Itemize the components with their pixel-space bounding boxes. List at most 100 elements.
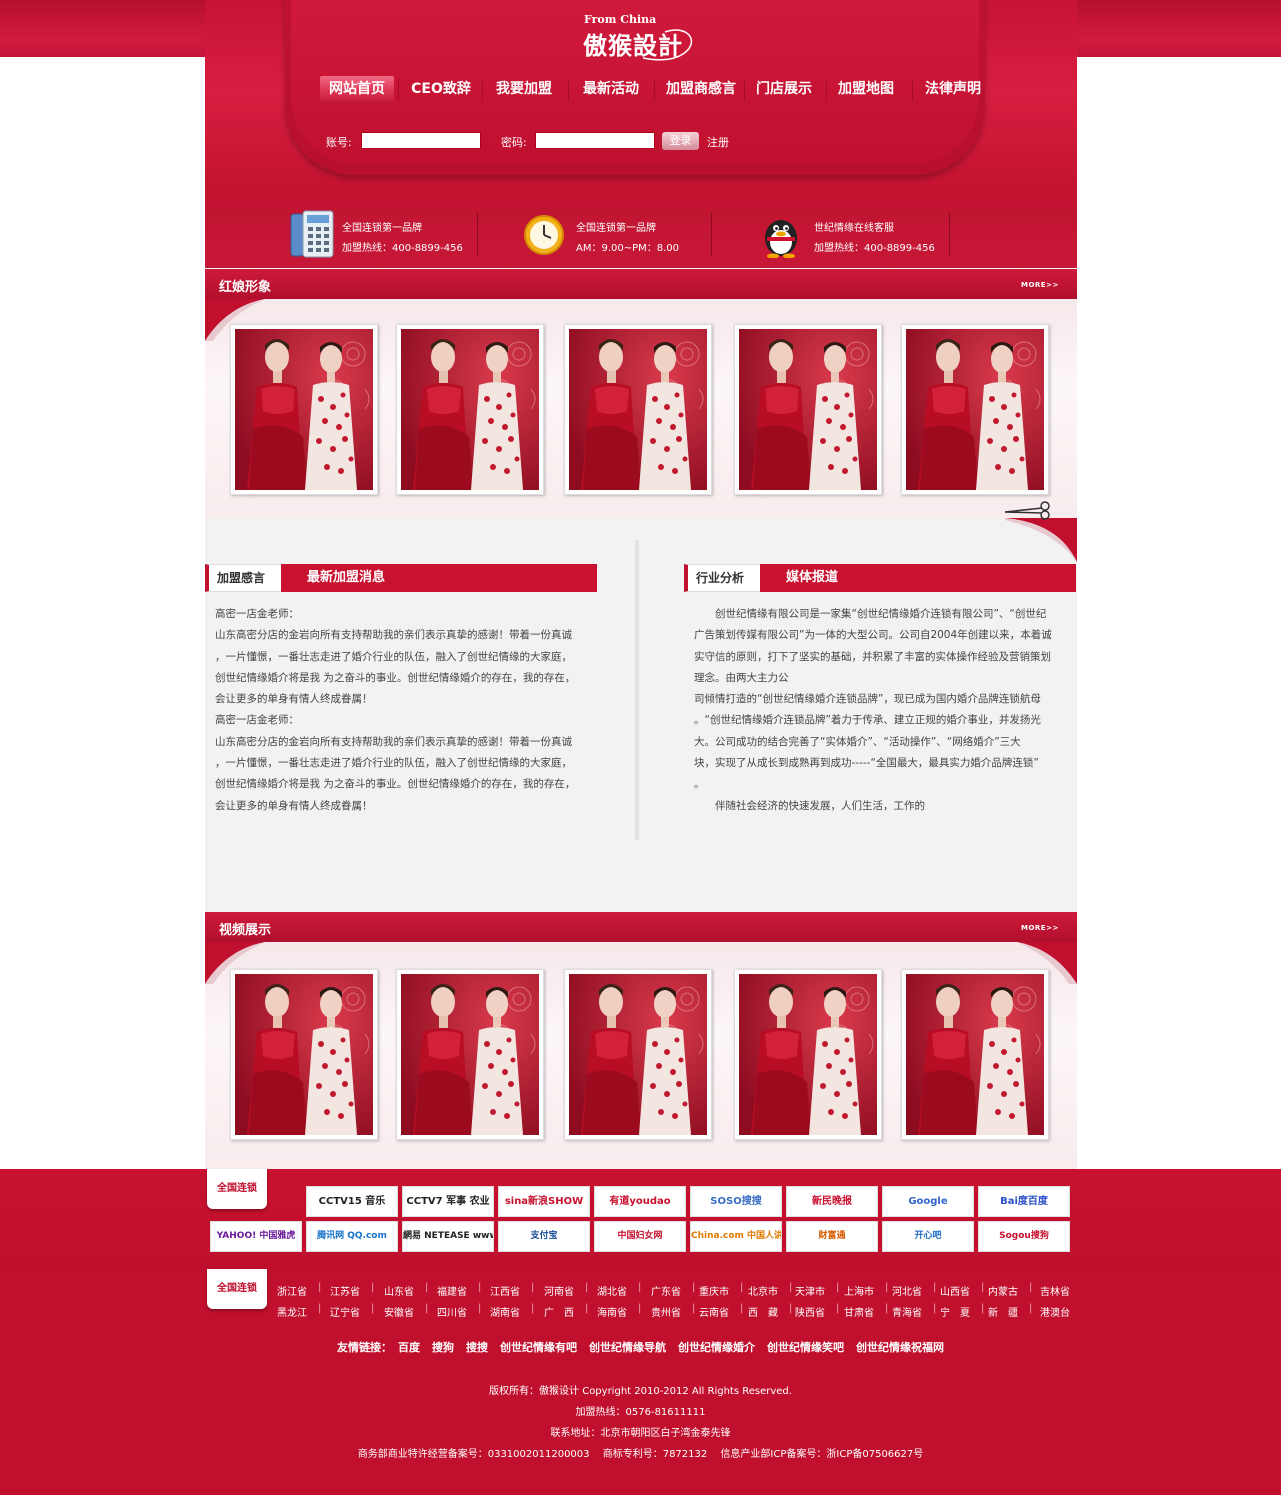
- province-link[interactable]: 贵州省: [651, 1304, 681, 1319]
- province-link[interactable]: 海南省: [597, 1304, 627, 1319]
- gallery-photo[interactable]: [396, 969, 544, 1140]
- province-link[interactable]: 陕西省: [795, 1304, 825, 1319]
- friend-link[interactable]: 创世纪情缘导航: [589, 1341, 666, 1354]
- province-link[interactable]: 湖北省: [597, 1283, 627, 1298]
- province-link[interactable]: 港澳台: [1040, 1304, 1070, 1319]
- gallery-photo[interactable]: [901, 969, 1049, 1140]
- partner-logo[interactable]: CCTV15 音乐: [306, 1186, 398, 1217]
- province-link[interactable]: 河北省: [892, 1283, 922, 1298]
- friend-link[interactable]: 创世纪情缘婚介: [678, 1341, 755, 1354]
- gallery-photo[interactable]: [396, 324, 544, 495]
- partner-logo[interactable]: Google: [882, 1186, 974, 1217]
- province-link[interactable]: 四川省: [437, 1304, 467, 1319]
- partner-logo[interactable]: 开心吧: [882, 1221, 974, 1252]
- tab-media-reports[interactable]: 媒体报道: [760, 564, 1076, 592]
- partner-logo[interactable]: Bai度百度: [978, 1186, 1070, 1217]
- province-link[interactable]: 辽宁省: [330, 1304, 360, 1319]
- logo[interactable]: From China 傲猴設計: [583, 10, 703, 61]
- partner-logo[interactable]: 支付宝: [498, 1221, 590, 1252]
- more-link[interactable]: MORE>>: [1021, 281, 1059, 289]
- partner-logo[interactable]: Sogou搜狗: [978, 1221, 1070, 1252]
- province-link[interactable]: 吉林省: [1040, 1283, 1070, 1298]
- province-link[interactable]: 上海市: [844, 1283, 874, 1298]
- partner-name: Bai度百度: [1000, 1196, 1048, 1207]
- nav-item[interactable]: 加盟商感言: [662, 76, 740, 102]
- partner-logo[interactable]: 網易 NETEASE www.163.com: [402, 1221, 494, 1252]
- partner-name: China.com 中国人讲了中器: [691, 1231, 781, 1241]
- nav-item[interactable]: 我要加盟: [490, 76, 558, 102]
- register-link[interactable]: 注册: [707, 134, 729, 150]
- partner-logo[interactable]: 新民晚报: [786, 1186, 878, 1217]
- hotline: 加盟热线：0576-81611111: [575, 1407, 706, 1418]
- province-link[interactable]: 甘肃省: [844, 1304, 874, 1319]
- gallery-photo[interactable]: [734, 969, 882, 1140]
- province-link[interactable]: 青海省: [892, 1304, 922, 1319]
- province-link[interactable]: 河南省: [544, 1283, 574, 1298]
- partner-name: SOSO搜搜: [710, 1196, 762, 1207]
- password-input[interactable]: [535, 132, 655, 149]
- nav-item[interactable]: 加盟地图: [834, 76, 898, 102]
- province-link[interactable]: 广 西: [544, 1304, 574, 1319]
- province-link[interactable]: 西 藏: [748, 1304, 778, 1319]
- region-tag: 全国连锁: [207, 1269, 267, 1309]
- gallery-photo[interactable]: [230, 324, 378, 495]
- gallery-photo[interactable]: [564, 324, 712, 495]
- province-link[interactable]: 黑龙江: [277, 1304, 307, 1319]
- gallery-photo[interactable]: [901, 324, 1049, 495]
- province-link[interactable]: 福建省: [437, 1283, 467, 1298]
- partner-logo[interactable]: China.com 中国人讲了中器: [690, 1221, 782, 1252]
- partner-logo[interactable]: 腾讯网 QQ.com: [306, 1221, 398, 1252]
- province-link[interactable]: 安徽省: [384, 1304, 414, 1319]
- friend-link[interactable]: 搜搜: [466, 1341, 488, 1354]
- login-button[interactable]: 登录: [662, 132, 699, 150]
- province-link[interactable]: 浙江省: [277, 1283, 307, 1298]
- friend-link[interactable]: 百度: [398, 1341, 420, 1354]
- partner-logo[interactable]: 有道youdao: [594, 1186, 686, 1217]
- friend-link[interactable]: 创世纪情缘笑吧: [767, 1341, 844, 1354]
- province-link[interactable]: 广东省: [651, 1283, 681, 1298]
- province-link[interactable]: 北京市: [748, 1283, 778, 1298]
- partner-logo[interactable]: SOSO搜搜: [690, 1186, 782, 1217]
- partner-logo[interactable]: YAHOO! 中国雅虎: [210, 1221, 302, 1252]
- partner-logo[interactable]: 财富通: [786, 1221, 878, 1252]
- text-line: 高密一店金老师：: [215, 608, 299, 620]
- province-link[interactable]: 天津市: [795, 1283, 825, 1298]
- province-link[interactable]: 云南省: [699, 1304, 729, 1319]
- nav-item[interactable]: 网站首页: [320, 76, 394, 102]
- text-line: 创世纪情缘婚介将是我 为之奋斗的事业。创世纪情缘婚介的存在，我的存在，: [215, 778, 576, 791]
- province-divider: |: [692, 1282, 696, 1293]
- partner-logo[interactable]: CCTV7 军事 农业: [402, 1186, 494, 1217]
- account-input[interactable]: [361, 132, 481, 149]
- friend-link[interactable]: 搜狗: [432, 1341, 454, 1354]
- more-link[interactable]: MORE>>: [1021, 924, 1059, 932]
- province-link[interactable]: 江西省: [490, 1283, 520, 1298]
- province-link[interactable]: 宁 夏: [940, 1304, 970, 1319]
- nav-item[interactable]: CEO致辞: [406, 76, 476, 102]
- province-link[interactable]: 山东省: [384, 1283, 414, 1298]
- province-divider: |: [425, 1282, 429, 1293]
- section-title: 视频展示: [219, 923, 272, 938]
- partner-name: sina新浪SHOW: [504, 1196, 584, 1207]
- gallery-photo[interactable]: [230, 969, 378, 1140]
- friend-link[interactable]: 创世纪情缘祝福网: [856, 1341, 944, 1354]
- partner-logo[interactable]: sina新浪SHOW: [498, 1186, 590, 1217]
- province-link[interactable]: 重庆市: [699, 1283, 729, 1298]
- nav-item[interactable]: 最新活动: [576, 76, 646, 102]
- partner-name: 新民晚报: [812, 1196, 852, 1207]
- contact-service[interactable]: 世纪情缘在线客服 加盟热线：400-8899-456: [761, 200, 961, 268]
- province-link[interactable]: 湖南省: [490, 1304, 520, 1319]
- province-divider: |: [318, 1282, 322, 1293]
- tab-latest-join-news[interactable]: 最新加盟消息: [281, 564, 597, 592]
- nav-item[interactable]: 法律声明: [920, 76, 986, 102]
- province-link[interactable]: 新 疆: [988, 1304, 1018, 1319]
- friend-link[interactable]: 创世纪情缘有吧: [500, 1341, 577, 1354]
- gallery-photo[interactable]: [564, 969, 712, 1140]
- tab-industry-analysis[interactable]: 行业分析: [684, 564, 760, 592]
- gallery-photo[interactable]: [734, 324, 882, 495]
- province-link[interactable]: 江苏省: [330, 1283, 360, 1298]
- province-link[interactable]: 内蒙古: [988, 1283, 1018, 1298]
- partner-logo[interactable]: 中国妇女网: [594, 1221, 686, 1252]
- tab-join-testimonials[interactable]: 加盟感言: [205, 564, 281, 592]
- nav-item[interactable]: 门店展示: [752, 76, 816, 102]
- province-link[interactable]: 山西省: [940, 1283, 970, 1298]
